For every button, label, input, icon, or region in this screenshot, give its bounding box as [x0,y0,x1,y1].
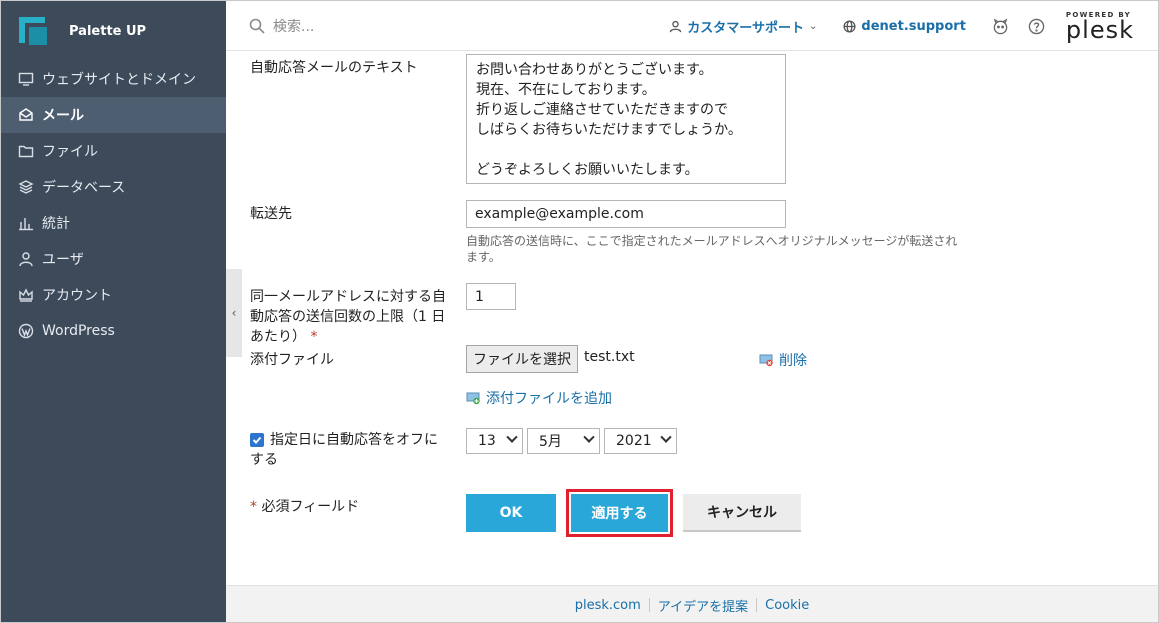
offdate-label-line1: 指定日に自動応答をオフに [270,432,438,448]
search-input[interactable]: 検索... [273,16,314,36]
sidebar-item-label: ユーザ [42,252,84,268]
footer: plesk.com アイデアを提案 Cookie [226,585,1158,622]
autoreply-text-field[interactable]: お問い合わせありがとうございます。 現在、不在にしております。 折り返しご連絡さ… [466,54,786,184]
sidebar-collapse-handle[interactable]: ‹ [226,269,242,357]
help-icon[interactable] [1028,17,1046,35]
autoreply-form: 自動応答メールのテキスト お問い合わせありがとうございます。 現在、不在にしてお… [242,51,1158,585]
footer-link-plesk[interactable]: plesk.com [567,598,649,613]
bar-chart-icon [18,215,34,231]
chevron-down-icon [583,431,595,443]
chevron-down-icon: ⌄ [809,20,818,32]
sidebar-item-label: アカウント [42,288,112,304]
forward-label: 転送先 [250,206,292,222]
cancel-button[interactable]: キャンセル [683,494,801,532]
limit-label-line2: 動応答の送信回数の上限（1 日 [250,309,446,325]
add-attachment-link[interactable]: 添付ファイルを追加 [466,388,612,408]
globe-icon [843,19,856,33]
offdate-year-value: 2021 [616,433,652,449]
chevron-left-icon: ‹ [231,306,237,320]
user-icon [670,20,682,32]
wordpress-icon [18,323,34,339]
plesk-logo: POWERED BY plesk [1065,11,1134,44]
offdate-year-select[interactable]: 2021 [604,428,677,454]
sidebar-item-files[interactable]: ファイル [1,133,226,169]
footer-link-ideas[interactable]: アイデアを提案 [650,596,756,615]
search-bar[interactable]: 検索... [249,16,314,36]
autoreply-text-label: 自動応答メールのテキスト [250,60,418,76]
customer-support-menu[interactable]: カスタマーサポート ⌄ [669,17,817,36]
apply-button[interactable]: 適用する [566,489,673,537]
database-icon [18,179,34,195]
offdate-month-select[interactable]: 5月 [527,428,600,454]
choose-file-button[interactable]: ファイルを選択 [466,345,578,373]
required-note: * 必須フィールド [250,499,360,515]
forward-email-field[interactable]: example@example.com [466,200,786,228]
delete-file-icon [759,354,773,367]
crown-icon [18,287,34,303]
delete-attachment-link[interactable]: 削除 [759,350,807,370]
limit-label-line1: 同一メールアドレスに対する自 [250,289,446,305]
search-icon [249,18,265,34]
account-label: denet.support [861,18,966,34]
add-attachment-label: 添付ファイルを追加 [486,391,612,407]
sidebar-item-account[interactable]: アカウント [1,277,226,313]
sidebar-item-mail[interactable]: メール [1,97,226,133]
offdate-month-value: 5月 [539,434,562,450]
sidebar-item-label: データベース [42,180,126,196]
sidebar-item-label: ファイル [42,144,98,160]
sidebar-item-label: メール [42,108,84,124]
brand-name: Palette UP [69,23,147,39]
offdate-label-line2: する [250,452,278,468]
monitor-icon [18,71,34,87]
forward-hint: 自動応答の送信時に、ここで指定されたメールアドレスへオリジナルメッセージが転送さ… [466,234,958,264]
sidebar-nav: ウェブサイトとドメイン メール ファイル データベース 統計 ユーザ アカウント… [1,61,226,349]
add-file-icon [466,392,480,405]
delete-label: 削除 [779,353,807,369]
sidebar-item-websites[interactable]: ウェブサイトとドメイン [1,61,226,97]
sidebar-item-label: ウェブサイトとドメイン [42,72,196,88]
brand[interactable]: Palette UP [1,1,226,61]
sidebar-item-databases[interactable]: データベース [1,169,226,205]
folder-icon [18,143,34,159]
attachment-label: 添付ファイル [250,352,334,368]
app-window: Palette UP ウェブサイトとドメイン メール ファイル データベース 統… [0,0,1159,623]
brand-logo-icon [19,17,47,45]
sidebar-item-wordpress[interactable]: WordPress [1,313,226,349]
chevron-down-icon [660,431,672,443]
offdate-day-value: 13 [478,433,496,449]
limit-count-field[interactable]: 1 [466,283,516,310]
customer-support-label: カスタマーサポート [687,20,805,36]
sidebar-item-users[interactable]: ユーザ [1,241,226,277]
sidebar: Palette UP ウェブサイトとドメイン メール ファイル データベース 統… [1,1,226,622]
sidebar-item-label: 統計 [42,216,70,232]
ok-button[interactable]: OK [466,494,556,532]
attached-file-name: test.txt [584,349,635,365]
mail-icon [18,107,34,123]
chevron-down-icon [506,431,518,443]
plesk-wordmark: plesk [1065,16,1134,44]
limit-label-line3: あたり） * [250,329,318,345]
account-link[interactable]: denet.support [843,19,966,34]
user-icon [18,251,34,267]
offdate-checkbox[interactable] [250,433,264,447]
footer-link-cookie[interactable]: Cookie [757,598,817,613]
sidebar-item-stats[interactable]: 統計 [1,205,226,241]
header-right: カスタマーサポート ⌄ denet.support POWERED BY ple… [669,1,1134,51]
check-icon [252,436,262,444]
top-header: 検索... カスタマーサポート ⌄ denet.support POWERED … [226,1,1158,51]
sidebar-item-label: WordPress [42,323,115,339]
mascot-icon[interactable] [992,17,1010,35]
offdate-day-select[interactable]: 13 [466,428,523,454]
